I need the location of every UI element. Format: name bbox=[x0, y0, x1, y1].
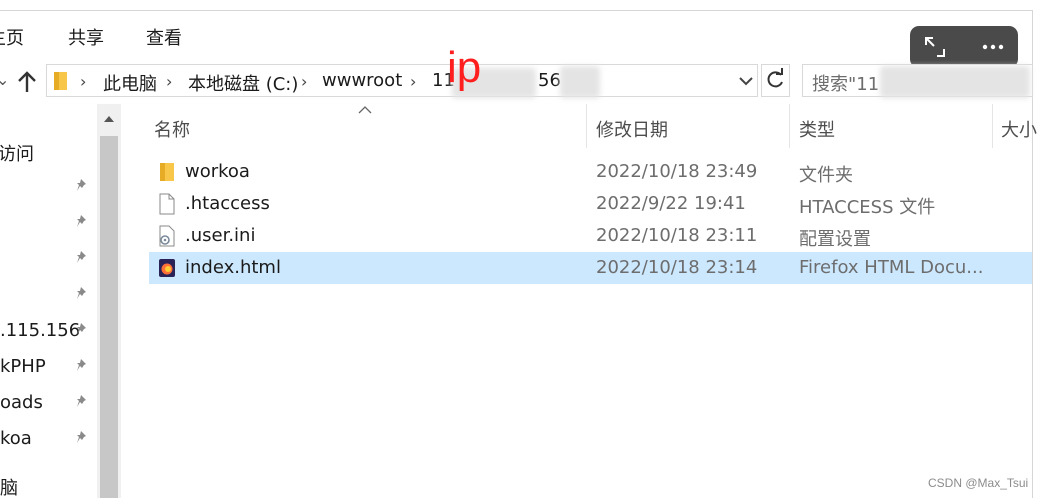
breadcrumb-this-pc[interactable]: 此电脑 bbox=[103, 70, 157, 96]
redaction-blur bbox=[880, 66, 1030, 98]
column-header-modified[interactable]: 修改日期 bbox=[596, 116, 668, 142]
tab-home[interactable]: 主页 bbox=[0, 24, 24, 50]
sidebar-item-thinkphp[interactable]: kPHP bbox=[0, 356, 46, 377]
column-divider[interactable] bbox=[992, 104, 993, 148]
folder-icon bbox=[53, 71, 69, 95]
file-modified: 2022/10/18 23:11 bbox=[596, 225, 758, 246]
refresh-button[interactable] bbox=[761, 64, 790, 97]
column-divider[interactable] bbox=[789, 104, 790, 148]
watermark: CSDN @Max_Tsui bbox=[928, 476, 1029, 490]
sidebar-item-this-pc[interactable]: 脑 bbox=[0, 474, 18, 500]
search-placeholder: 搜索"11 bbox=[812, 74, 880, 95]
pin-icon bbox=[77, 287, 86, 299]
file-modified: 2022/10/18 23:14 bbox=[596, 257, 758, 278]
file-name: .user.ini bbox=[185, 225, 256, 246]
up-arrow-icon[interactable] bbox=[14, 70, 40, 94]
pin-icon bbox=[77, 359, 86, 371]
scroll-up-icon[interactable] bbox=[97, 104, 121, 134]
folder-icon bbox=[160, 163, 174, 181]
breadcrumb-separator-icon: › bbox=[80, 72, 87, 91]
breadcrumb-wwwroot[interactable]: wwwroot bbox=[322, 70, 402, 91]
pin-icon bbox=[77, 323, 86, 335]
file-name: workoa bbox=[185, 161, 250, 182]
column-divider[interactable] bbox=[586, 104, 587, 148]
sort-ascending-icon bbox=[358, 106, 372, 114]
expand-icon[interactable] bbox=[922, 34, 948, 60]
chevron-down-icon[interactable] bbox=[734, 66, 758, 95]
sidebar-item-quick-access[interactable]: 访问 bbox=[0, 140, 34, 166]
sidebar-item-workoa[interactable]: koa bbox=[0, 428, 32, 449]
ip-annotation: ip bbox=[447, 43, 482, 92]
column-header-size[interactable]: 大小 bbox=[1001, 116, 1037, 142]
file-name: index.html bbox=[185, 257, 281, 278]
file-modified: 2022/9/22 19:41 bbox=[596, 193, 746, 214]
file-type: HTACCESS 文件 bbox=[799, 197, 936, 218]
file-name: .htaccess bbox=[185, 193, 270, 214]
file-type: 文件夹 bbox=[799, 165, 853, 186]
redaction-blur bbox=[560, 66, 600, 98]
sidebar-item-ip-folder[interactable]: .115.156 bbox=[0, 320, 80, 341]
firefox-html-icon bbox=[159, 259, 175, 277]
pin-icon bbox=[77, 431, 86, 443]
breadcrumb-ip-folder-suffix: 56 bbox=[538, 70, 561, 91]
file-modified: 2022/10/18 23:49 bbox=[596, 161, 758, 182]
file-type: 配置设置 bbox=[799, 229, 871, 250]
tab-share[interactable]: 共享 bbox=[68, 24, 104, 50]
file-row[interactable]: .user.ini 2022/10/18 23:11 配置设置 bbox=[149, 220, 1032, 252]
breadcrumb-separator-icon: › bbox=[410, 72, 417, 91]
file-icon bbox=[159, 193, 175, 215]
floating-toolbar bbox=[910, 26, 1018, 68]
pin-icon bbox=[77, 215, 86, 227]
tab-view[interactable]: 查看 bbox=[146, 24, 182, 50]
scrollbar-thumb[interactable] bbox=[100, 136, 118, 498]
file-row[interactable]: .htaccess 2022/9/22 19:41 HTACCESS 文件 bbox=[149, 188, 1032, 220]
breadcrumb-separator-icon: › bbox=[301, 72, 308, 91]
breadcrumb-separator-icon: › bbox=[166, 72, 173, 91]
file-row[interactable]: workoa 2022/10/18 23:49 文件夹 bbox=[149, 156, 1032, 188]
breadcrumb-local-disk[interactable]: 本地磁盘 (C:) bbox=[188, 70, 298, 96]
pin-icon bbox=[77, 179, 86, 191]
pin-icon bbox=[77, 395, 86, 407]
refresh-icon bbox=[767, 68, 783, 88]
file-row-selected[interactable]: index.html 2022/10/18 23:14 Firefox HTML… bbox=[149, 252, 1032, 284]
column-header-type[interactable]: 类型 bbox=[799, 116, 835, 142]
column-header-name[interactable]: 名称 bbox=[154, 116, 190, 142]
config-file-icon bbox=[159, 225, 175, 247]
sidebar-item-downloads[interactable]: oads bbox=[0, 392, 43, 413]
more-options-icon[interactable] bbox=[980, 34, 1006, 60]
file-type: Firefox HTML Docu... bbox=[799, 257, 984, 278]
recent-dropdown-icon[interactable]: ⌄ bbox=[0, 70, 9, 89]
pin-icon bbox=[77, 251, 86, 263]
